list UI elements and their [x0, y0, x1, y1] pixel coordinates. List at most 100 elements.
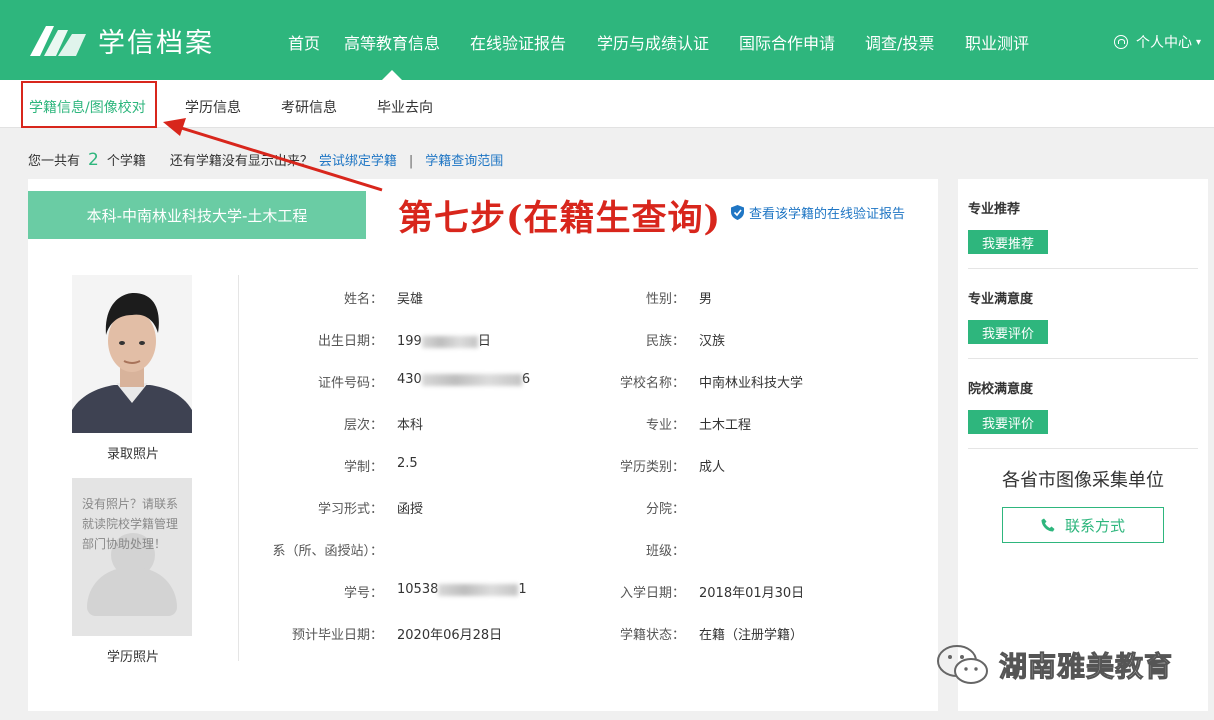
- nav-online-verification[interactable]: 在线验证报告: [470, 30, 566, 54]
- right-sidebar: 专业推荐 我要推荐 专业满意度 我要评价 院校满意度 我要评价 各省市图像采集单…: [958, 179, 1208, 711]
- record-tab[interactable]: 本科-中南林业科技大学-土木工程: [28, 191, 366, 239]
- record-count-bar: 您一共有 2 个学籍 还有学籍没有显示出来？ 尝试绑定学籍 | 学籍查询范围: [28, 150, 503, 170]
- no-photo-notice: 没有照片？请联系就读院校学籍管理部门协助处理！: [82, 497, 179, 551]
- class-label: 班级：: [645, 544, 685, 559]
- degree-category-label: 学历类别：: [619, 460, 685, 475]
- step-annotation: 第七步(在籍生查询): [398, 198, 722, 239]
- tab-postgrad-exam[interactable]: 考研信息: [281, 97, 337, 117]
- image-collection-title: 各省市图像采集单位: [1002, 470, 1164, 491]
- verify-report-link[interactable]: 查看该学籍的在线验证报告: [731, 203, 905, 222]
- status-label: 学籍状态：: [619, 628, 685, 643]
- watermark-text: 湖南雅美教育: [998, 650, 1174, 684]
- column-divider: [238, 275, 239, 661]
- portrait-icon: [72, 275, 192, 433]
- student-id-label: 学号：: [343, 586, 383, 601]
- major-label: 专业：: [645, 418, 685, 433]
- query-scope-link[interactable]: 学籍查询范围: [425, 150, 503, 169]
- shield-icon: [731, 205, 744, 220]
- missing-question: 还有学籍没有显示出来？: [169, 154, 313, 169]
- expected-graduation-label: 预计毕业日期：: [291, 628, 383, 643]
- divider: [968, 358, 1198, 359]
- contact-label: 联系方式: [1064, 516, 1125, 535]
- id-number-tail: 6: [521, 372, 531, 387]
- major-value: 土木工程: [699, 418, 752, 433]
- redacted-blur: [421, 335, 478, 348]
- count-prefix: 您一共有: [28, 154, 81, 169]
- gender-value: 男: [699, 292, 713, 307]
- name-label: 姓名：: [343, 292, 383, 307]
- student-id-tail: 1: [518, 582, 527, 597]
- nav-career-test[interactable]: 职业测评: [965, 30, 1029, 54]
- id-number-visible: 430: [397, 372, 422, 387]
- school-name-value: 中南林业科技大学: [699, 376, 804, 391]
- diploma-photo-caption: 学历照片: [106, 650, 159, 665]
- ethnicity-label: 民族：: [645, 334, 685, 349]
- tab-degree-info[interactable]: 学历信息: [185, 97, 241, 117]
- user-center-menu[interactable]: 个人中心 ▾: [1114, 32, 1201, 52]
- sub-nav-bar: 学籍信息/图像校对 学历信息 考研信息 毕业去向: [0, 80, 1214, 128]
- birthdate-label: 出生日期：: [317, 334, 383, 349]
- admission-photo: [72, 275, 192, 433]
- nav-higher-education[interactable]: 高等教育信息: [344, 30, 440, 54]
- chevron-down-icon: ▾: [1196, 36, 1202, 48]
- ethnicity-value: 汉族: [699, 334, 726, 349]
- nav-home[interactable]: 首页: [288, 30, 320, 54]
- nav-international[interactable]: 国际合作申请: [739, 30, 835, 54]
- student-id-visible: 10538: [397, 582, 439, 597]
- user-center-label: 个人中心: [1136, 35, 1192, 51]
- rate-school-button[interactable]: 我要评价: [968, 410, 1048, 434]
- id-number-label: 证件号码：: [317, 376, 383, 391]
- duration-label: 学制：: [343, 460, 383, 475]
- rate-major-button[interactable]: 我要评价: [968, 320, 1048, 344]
- separator: |: [408, 154, 414, 169]
- logo-icon: [30, 26, 86, 56]
- wechat-icon: [937, 645, 988, 684]
- recommend-button[interactable]: 我要推荐: [968, 230, 1048, 254]
- status-value: 在籍（注册学籍）: [699, 628, 804, 643]
- redacted-blur: [438, 583, 519, 596]
- major-recommend-title: 专业推荐: [968, 202, 1021, 217]
- photo-column: 录取照片 没有照片？请联系就读院校学籍管理部门协助处理！ 学历照片: [72, 275, 194, 665]
- count-suffix: 个学籍: [106, 154, 146, 169]
- duration-value: 2.5: [397, 456, 418, 471]
- school-name-label: 学校名称：: [619, 376, 685, 391]
- brand-name: 学信档案: [98, 27, 214, 59]
- gender-label: 性别：: [645, 292, 685, 307]
- name-value: 吴雄: [397, 292, 424, 307]
- wechat-watermark: 湖南雅美教育: [935, 643, 1173, 687]
- id-number-value: 430 6: [397, 372, 530, 387]
- birthdate-tail: 日: [477, 334, 491, 349]
- brand-logo[interactable]: 学信档案: [28, 20, 214, 60]
- nav-survey[interactable]: 调查/投票: [865, 30, 934, 54]
- admission-photo-caption: 录取照片: [106, 447, 159, 462]
- branch-label: 分院：: [645, 502, 685, 517]
- tab-graduation-destination[interactable]: 毕业去向: [377, 97, 433, 117]
- student-record-card: 本科-中南林业科技大学-土木工程 查看该学籍的在线验证报告 第七步(在籍生查询)…: [28, 179, 938, 711]
- birthdate-visible: 199: [397, 334, 422, 349]
- avatar-placeholder-body: [87, 568, 177, 616]
- study-form-value: 函授: [397, 502, 424, 517]
- divider: [968, 448, 1198, 449]
- birthdate-value: 199 日: [397, 330, 491, 349]
- nav-degree-certification[interactable]: 学历与成绩认证: [597, 30, 709, 54]
- level-label: 层次：: [343, 418, 383, 433]
- user-icon: [1114, 35, 1128, 49]
- record-count: 2: [88, 150, 99, 170]
- major-satisfaction-title: 专业满意度: [968, 292, 1034, 307]
- enrollment-date-label: 入学日期：: [619, 586, 685, 601]
- department-label: 系（所、函授站）：: [272, 544, 383, 559]
- degree-category-value: 成人: [699, 460, 726, 475]
- verify-report-label: 查看该学籍的在线验证报告: [749, 207, 906, 222]
- divider: [968, 268, 1198, 269]
- contact-button[interactable]: 联系方式: [1002, 507, 1164, 543]
- expected-graduation-value: 2020年06月28日: [397, 628, 503, 643]
- study-form-label: 学习形式：: [317, 502, 383, 517]
- enrollment-date-value: 2018年01月30日: [699, 586, 805, 601]
- student-id-value: 10538 1: [397, 582, 527, 597]
- diploma-photo-placeholder: 没有照片？请联系就读院校学籍管理部门协助处理！: [72, 478, 192, 636]
- top-nav-bar: 学信档案 首页 高等教育信息 在线验证报告 学历与成绩认证 国际合作申请 调查/…: [0, 0, 1214, 80]
- phone-icon: [1041, 518, 1055, 532]
- redacted-blur: [421, 373, 522, 386]
- active-nav-caret: [382, 70, 402, 80]
- bind-record-link[interactable]: 尝试绑定学籍: [319, 150, 397, 169]
